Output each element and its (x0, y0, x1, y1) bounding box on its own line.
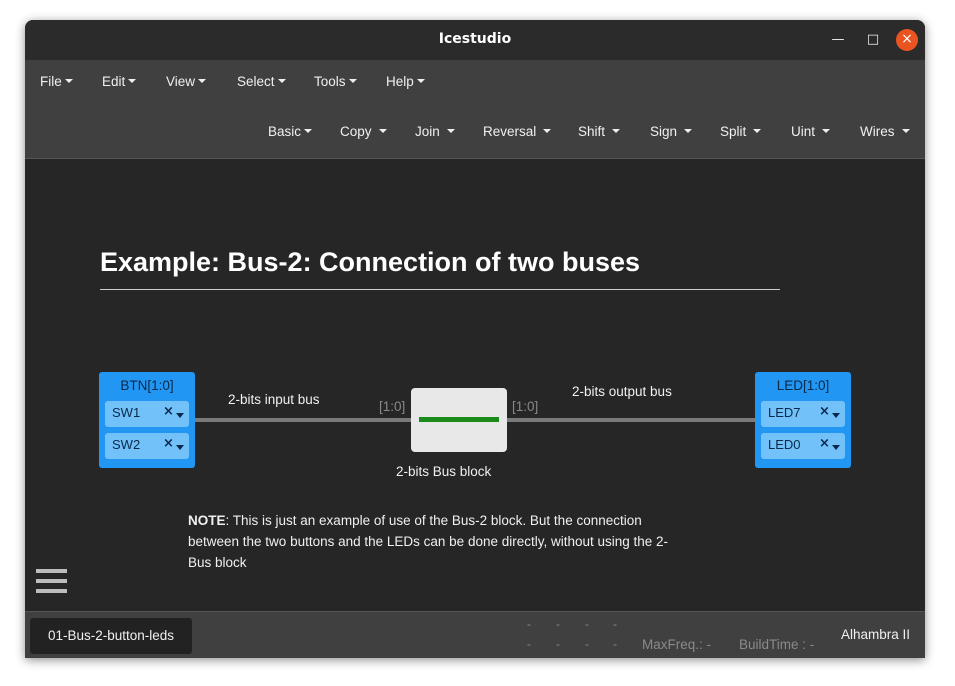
chevron-down-icon[interactable] (832, 413, 840, 418)
pin-name: SW1 (112, 405, 141, 420)
close-button[interactable]: × (896, 29, 918, 51)
design-canvas[interactable]: Example: Bus-2: Connection of two buses … (25, 159, 925, 611)
toolbar-copy[interactable]: Copy (340, 124, 387, 139)
note-text: NOTE: This is just an example of use of … (188, 510, 688, 573)
pin-selector-sw2[interactable]: SW2 × (105, 433, 189, 459)
status-bar: 01-Bus-2-button-leds - - - - - - - - Max… (25, 611, 925, 658)
clear-icon[interactable]: × (163, 436, 174, 451)
menu-bar: File Edit View Select Tools Help (25, 60, 925, 104)
menu-edit[interactable]: Edit (102, 74, 137, 89)
status-dash: - (585, 617, 589, 631)
status-dash: - (556, 617, 560, 631)
clear-icon[interactable]: × (819, 436, 830, 451)
output-block-led[interactable]: LED[1:0] LED7 × LED0 × (755, 372, 851, 468)
toolbar-reversal[interactable]: Reversal (483, 124, 552, 139)
bus-block-icon (419, 417, 499, 422)
clear-icon[interactable]: × (819, 404, 830, 419)
toolbar-split[interactable]: Split (720, 124, 762, 139)
file-tab[interactable]: 01-Bus-2-button-leds (30, 618, 192, 654)
caret-down-icon (684, 129, 693, 134)
toolbar-wires[interactable]: Wires (860, 124, 910, 139)
minimize-button[interactable]: — (827, 29, 849, 51)
status-dash: - (585, 637, 589, 651)
chevron-down-icon[interactable] (176, 445, 184, 450)
pin-selector-led0[interactable]: LED0 × (761, 433, 845, 459)
bus-block-label: 2-bits Bus block (396, 464, 492, 479)
chevron-down-icon[interactable] (832, 445, 840, 450)
pin-name: LED7 (768, 405, 801, 420)
caret-down-icon (64, 79, 73, 84)
pin-selector-sw1[interactable]: SW1 × (105, 401, 189, 427)
note-body: : This is just an example of use of the … (188, 513, 669, 570)
status-dash: - (527, 637, 531, 651)
canvas-heading: Example: Bus-2: Connection of two buses (100, 247, 641, 277)
input-bus-wire[interactable] (195, 418, 411, 422)
clear-icon[interactable]: × (163, 404, 174, 419)
collections-toolbar: Basic Copy Join Reversal Shift Sign Spli… (25, 104, 925, 159)
status-dash: - (556, 637, 560, 651)
caret-down-icon (543, 129, 552, 134)
status-dash: - (613, 637, 617, 651)
caret-down-icon (277, 79, 286, 84)
caret-down-icon (753, 129, 762, 134)
caret-down-icon (128, 79, 137, 84)
pin-name: SW2 (112, 437, 141, 452)
caret-down-icon (446, 129, 455, 134)
caret-down-icon (822, 129, 831, 134)
maxfreq-status: MaxFreq.: - (642, 637, 712, 652)
caret-down-icon (901, 129, 910, 134)
caret-down-icon (416, 79, 425, 84)
menu-file[interactable]: File (40, 74, 73, 89)
app-window: Icestudio — □ × File Edit View Select To… (25, 20, 925, 658)
toolbar-uint[interactable]: Uint (791, 124, 831, 139)
pin-selector-led7[interactable]: LED7 × (761, 401, 845, 427)
pin-name: LED0 (768, 437, 801, 452)
toolbar-join[interactable]: Join (415, 124, 455, 139)
chevron-down-icon[interactable] (176, 413, 184, 418)
buildtime-status: BuildTime : - (739, 637, 815, 652)
bus2-block[interactable] (411, 388, 507, 452)
menu-tools[interactable]: Tools (314, 74, 357, 89)
port-out-label: [1:0] (512, 399, 539, 414)
toolbar-shift[interactable]: Shift (578, 124, 621, 139)
hamburger-menu-icon[interactable] (36, 569, 67, 597)
input-block-btn[interactable]: BTN[1:0] SW1 × SW2 × (99, 372, 195, 468)
caret-down-icon (612, 129, 621, 134)
port-in-label: [1:0] (379, 399, 406, 414)
note-bold: NOTE (188, 513, 226, 528)
input-bus-label: 2-bits input bus (228, 392, 320, 407)
menu-help[interactable]: Help (386, 74, 425, 89)
board-selector[interactable]: Alhambra II (841, 627, 910, 642)
status-dash: - (527, 617, 531, 631)
toolbar-basic[interactable]: Basic (268, 124, 313, 139)
output-bus-label: 2-bits output bus (572, 384, 672, 399)
maximize-button[interactable]: □ (862, 29, 884, 51)
heading-underline (100, 289, 780, 290)
window-title: Icestudio (438, 31, 512, 47)
input-block-label: BTN[1:0] (120, 378, 174, 393)
output-bus-wire[interactable] (507, 418, 755, 422)
caret-down-icon (304, 129, 313, 134)
title-bar[interactable]: Icestudio — □ × (25, 20, 925, 60)
caret-down-icon (378, 129, 387, 134)
output-block-label: LED[1:0] (776, 378, 830, 393)
status-dash: - (613, 617, 617, 631)
caret-down-icon (348, 79, 357, 84)
toolbar-sign[interactable]: Sign (650, 124, 693, 139)
caret-down-icon (198, 79, 207, 84)
menu-select[interactable]: Select (237, 74, 286, 89)
menu-view[interactable]: View (166, 74, 207, 89)
